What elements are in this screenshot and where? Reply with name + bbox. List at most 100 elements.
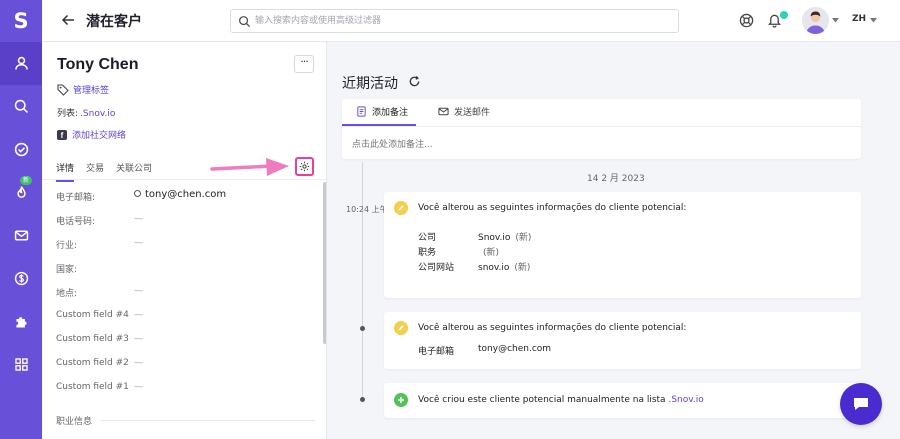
field-label: Custom field #1	[56, 382, 129, 392]
change-value: (新)	[478, 245, 499, 258]
field-value[interactable]: —	[134, 382, 143, 392]
user-avatar-icon	[802, 7, 829, 34]
grid-icon	[14, 358, 28, 371]
tab-send-email[interactable]: 发送邮件	[438, 105, 490, 124]
timeline-dot	[360, 397, 365, 402]
field-custom-1[interactable]: Custom field #1 —	[56, 382, 306, 398]
app-logo[interactable]: S	[0, 0, 42, 42]
email-value[interactable]: tony@chen.com	[145, 189, 226, 200]
note-input[interactable]	[352, 137, 852, 153]
field-industry[interactable]: 行业: —	[56, 238, 306, 254]
field-label: Custom field #4	[56, 310, 129, 320]
activity-event: Você criou este cliente potencial manual…	[384, 383, 861, 418]
back-arrow-icon[interactable]	[61, 13, 75, 27]
composer-tabs: 添加备注 发送邮件	[342, 99, 861, 127]
change-value: snov.io (新)	[478, 260, 530, 273]
field-custom-3[interactable]: Custom field #3 —	[56, 334, 306, 350]
field-label: 电话号码:	[56, 217, 96, 227]
flame-icon	[16, 186, 26, 198]
rail-prospects[interactable]	[0, 42, 42, 85]
refresh-icon[interactable]	[408, 75, 421, 88]
field-value[interactable]: tony@chen.com	[134, 189, 226, 200]
field-value[interactable]: —	[134, 358, 143, 368]
gear-icon	[299, 161, 310, 172]
event-description: Você criou este cliente potencial manual…	[418, 395, 704, 405]
rail-apps[interactable]	[0, 343, 42, 386]
contact-name: Tony Chen	[57, 56, 139, 73]
field-label: 行业:	[56, 241, 78, 251]
field-label: Custom field #3	[56, 334, 129, 344]
edit-event-icon	[394, 201, 408, 215]
change-new-tag: (新)	[483, 248, 500, 258]
field-value[interactable]: —	[134, 334, 143, 344]
timeline-line	[362, 162, 363, 402]
field-custom-2[interactable]: Custom field #2 —	[56, 358, 306, 374]
tab-add-note[interactable]: 添加备注	[342, 105, 417, 126]
puzzle-icon	[15, 317, 27, 328]
field-email: 电子邮箱: tony@chen.com	[56, 189, 306, 206]
field-settings-button[interactable]	[295, 157, 314, 176]
edit-event-icon	[394, 321, 408, 335]
manage-tags-row[interactable]: 管理标签	[57, 83, 109, 96]
rail-search[interactable]	[0, 85, 42, 128]
field-label: 国家:	[56, 265, 78, 275]
change-new-value: snov.io	[478, 263, 510, 273]
field-value[interactable]: —	[134, 238, 143, 248]
more-options-button[interactable]: ···	[294, 55, 314, 73]
rail-integrations[interactable]	[0, 300, 42, 343]
field-phone[interactable]: 电话号码: —	[56, 214, 306, 230]
tag-icon	[57, 83, 69, 96]
field-value[interactable]: —	[134, 214, 143, 224]
search-input[interactable]	[255, 12, 670, 30]
list-link[interactable]: .Snov.io	[80, 109, 115, 119]
top-bar: 潜在客户 ZH	[42, 0, 900, 42]
language-selector[interactable]: ZH	[852, 14, 866, 24]
section-title: 职业信息	[56, 417, 93, 427]
create-event-icon	[394, 393, 408, 407]
field-country[interactable]: 国家:	[56, 262, 306, 278]
timeline-dot	[360, 326, 365, 331]
change-new-value: tony@chen.com	[478, 344, 552, 354]
field-location[interactable]: 地点: —	[56, 286, 306, 302]
tabs-divider	[42, 179, 326, 180]
activity-title: 近期活动	[342, 76, 398, 92]
chat-bubble-icon	[854, 398, 868, 410]
timeline-time: 10:24 上午	[346, 205, 388, 214]
tab-send-email-label: 发送邮件	[454, 108, 491, 118]
field-custom-4[interactable]: Custom field #4 —	[56, 310, 306, 326]
activity-event: Você alterou as seguintes informações do…	[384, 312, 861, 369]
manage-tags-link[interactable]: 管理标签	[73, 83, 109, 96]
section-divider	[100, 420, 315, 421]
left-rail: S 新	[0, 0, 42, 439]
help-lifebuoy-icon[interactable]	[739, 13, 754, 28]
search-box[interactable]	[230, 9, 679, 33]
mail-icon	[14, 230, 28, 241]
search-icon	[239, 16, 251, 28]
field-label: 地点:	[56, 289, 78, 299]
chevron-down-icon[interactable]	[832, 18, 839, 23]
list-row: 列表: .Snov.io	[57, 106, 115, 119]
add-social-link[interactable]: 添加社交网络	[72, 128, 126, 141]
avatar[interactable]	[802, 7, 829, 34]
chat-support-button[interactable]	[840, 383, 882, 425]
chevron-down-icon[interactable]	[870, 18, 877, 23]
rail-email[interactable]	[0, 214, 42, 257]
pencil-icon	[398, 325, 404, 331]
change-new-value: Snov.io	[478, 233, 511, 243]
add-social-row[interactable]: f 添加社交网络	[57, 128, 126, 141]
ellipsis-icon: ···	[300, 55, 308, 68]
rail-warmup[interactable]: 新	[0, 171, 42, 214]
field-value[interactable]: —	[134, 310, 143, 320]
change-new-tag: (新)	[515, 233, 532, 243]
event-description: Você alterou as seguintes informações do…	[418, 323, 687, 333]
field-value[interactable]: —	[134, 286, 143, 296]
event-list-link[interactable]: .Snov.io	[668, 395, 703, 405]
rail-deals[interactable]	[0, 257, 42, 300]
person-icon	[14, 56, 28, 70]
field-label: 电子邮箱:	[56, 193, 96, 203]
page-title: 潜在客户	[86, 14, 142, 30]
activity-event: Você alterou as seguintes informações do…	[384, 192, 861, 298]
rail-verify[interactable]	[0, 128, 42, 171]
change-value: Snov.io (新)	[478, 230, 531, 243]
change-key: 公司	[418, 233, 437, 243]
